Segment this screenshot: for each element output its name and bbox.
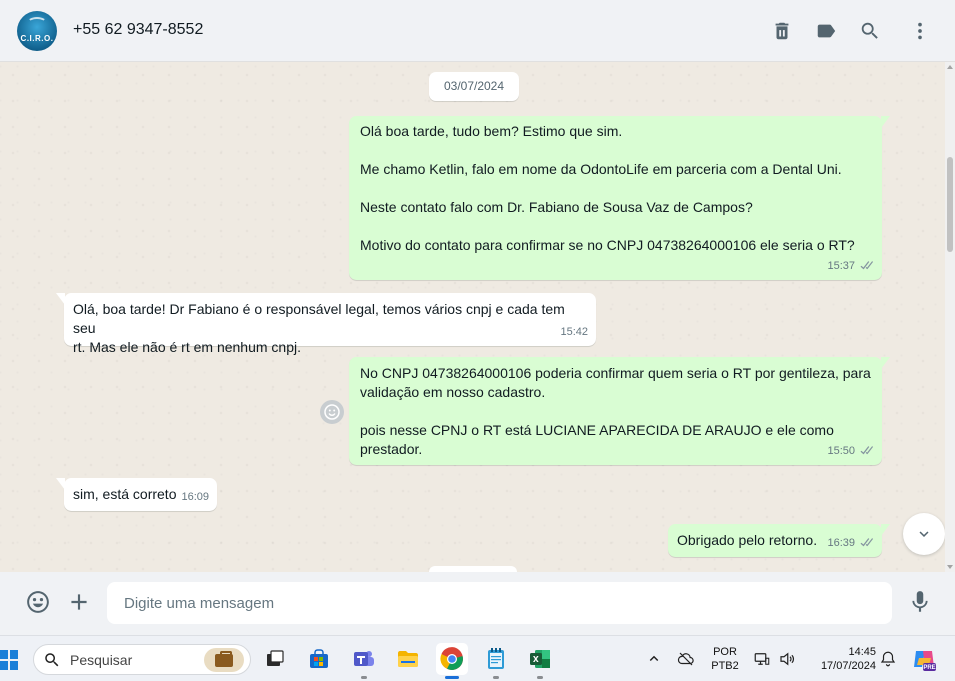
bubble-tail [56,478,65,490]
language-indicator[interactable]: POR PTB2 [707,645,743,673]
bubble-tail [881,116,890,128]
volume-icon[interactable] [776,648,798,670]
app-running-indicator [361,676,367,679]
message-time: 15:37 [827,260,855,272]
message-incoming[interactable]: Olá, boa tarde! Dr Fabiano é o responsáv… [56,293,596,355]
svg-text:PRE: PRE [923,665,935,671]
delete-icon[interactable] [769,18,795,44]
microsoft-store-icon[interactable] [303,643,335,675]
message-incoming[interactable]: sim, está correto 16:09 [56,478,217,511]
message-time: 15:42 [560,326,588,338]
plus-icon[interactable] [65,588,93,616]
message-outgoing[interactable]: Obrigado pelo retorno. 16:39 [668,524,890,557]
emoji-icon[interactable] [24,588,52,616]
chat-area[interactable]: 03/07/2024 Olá boa tarde, tudo bem? Esti… [0,62,955,572]
label-icon[interactable] [813,18,839,44]
scroll-down-arrow[interactable] [947,565,953,569]
message-text: Olá, boa tarde! Dr Fabiano é o responsáv… [73,301,565,355]
message-text: Olá boa tarde, tudo bem? Estimo que sim.… [360,123,855,253]
menu-icon[interactable] [907,18,933,44]
notepad-icon[interactable] [480,643,512,679]
copilot-icon[interactable]: PRE [911,646,937,672]
message-outgoing[interactable]: No CNPJ 04738264000106 poderia confirmar… [349,357,890,465]
message-time: 16:39 [827,537,855,549]
keyboard-layout: PTB2 [711,660,739,672]
search-placeholder: Pesquisar [70,652,133,668]
double-check-icon [858,538,874,549]
contact-avatar[interactable]: C.I.R.O. [17,11,57,51]
message-text: No CNPJ 04738264000106 poderia confirmar… [360,365,871,457]
message-meta: 16:09 [181,488,209,507]
avatar-wave-graphic [27,17,47,29]
bubble-tail [56,293,65,305]
language-code: POR [713,646,737,658]
message-meta: 16:39 [827,534,874,553]
message-composer [0,572,955,635]
notification-bell-icon[interactable] [877,648,899,670]
contact-name[interactable]: +55 62 9347-8552 [73,21,203,39]
file-explorer-icon[interactable] [392,643,424,675]
excel-icon[interactable] [524,643,556,679]
cloud-offline-icon[interactable] [675,648,697,670]
chevron-up-icon[interactable] [643,648,665,670]
app-active-indicator [445,676,459,679]
mic-icon[interactable] [906,588,934,616]
chevron-down-icon [919,531,929,537]
windows-start-icon[interactable] [0,650,18,670]
clock-time: 14:45 [848,646,876,658]
message-input[interactable] [107,582,892,624]
briefcase-icon [204,648,244,672]
bubble-tail [881,357,890,369]
clock-date: 17/07/2024 [820,660,876,672]
reaction-emoji-button[interactable] [320,400,344,424]
network-icon[interactable] [751,648,773,670]
chat-header: C.I.R.O. +55 62 9347-8552 [0,0,955,62]
message-meta: 15:37 [827,257,874,276]
task-view-icon[interactable] [259,643,291,675]
teams-icon[interactable] [348,643,380,679]
app-running-indicator [493,676,499,679]
double-check-icon [858,446,874,457]
message-time: 16:09 [181,491,209,503]
search-icon [43,651,61,669]
windows-taskbar: Pesquisar POR PTB2 14:45 17/07/2024 PRE [0,635,955,681]
taskbar-search[interactable]: Pesquisar [33,644,251,675]
scroll-to-bottom-button[interactable] [903,513,945,555]
system-clock[interactable]: 14:45 17/07/2024 [806,645,876,673]
chrome-icon[interactable] [436,643,468,679]
scroll-up-arrow[interactable] [947,65,953,69]
scrollbar-thumb[interactable] [947,157,953,252]
app-running-indicator [537,676,543,679]
double-check-icon [858,261,874,272]
chat-scrollbar[interactable] [945,62,955,572]
date-separator: 03/07/2024 [429,72,519,101]
message-time: 15:50 [827,445,855,457]
message-meta: 15:50 [827,442,874,461]
message-outgoing[interactable]: Olá boa tarde, tudo bem? Estimo que sim.… [349,116,890,280]
message-meta: 15:42 [560,323,588,342]
search-icon[interactable] [857,18,883,44]
bubble-tail [881,524,890,536]
avatar-logo-text: C.I.R.O. [20,34,54,43]
